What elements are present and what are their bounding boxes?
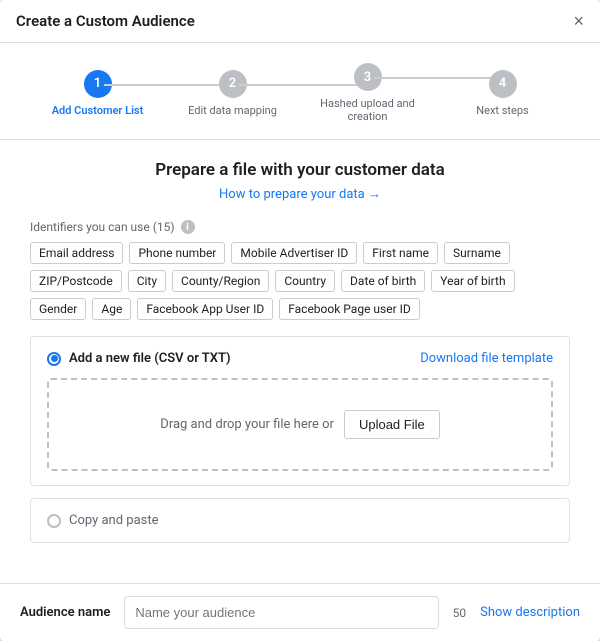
add-file-radio-btn[interactable] bbox=[47, 352, 61, 366]
identifier-tag[interactable]: Gender bbox=[30, 298, 86, 320]
step-1: 1 Add Customer List bbox=[30, 70, 165, 117]
modal-title: Create a Custom Audience bbox=[16, 12, 195, 30]
copy-paste-radio-label[interactable]: Copy and paste bbox=[47, 513, 553, 528]
step-1-circle: 1 bbox=[84, 70, 112, 98]
modal-header: Create a Custom Audience × bbox=[0, 0, 600, 43]
stepper: 1 Add Customer List 2 Edit data mapping … bbox=[0, 43, 600, 140]
identifier-tag[interactable]: Year of birth bbox=[431, 270, 514, 292]
close-button[interactable]: × bbox=[573, 12, 584, 30]
add-file-label: Add a new file (CSV or TXT) bbox=[69, 351, 231, 366]
step-4-circle: 4 bbox=[489, 70, 517, 98]
identifier-tag[interactable]: Date of birth bbox=[341, 270, 425, 292]
how-to-link-container: How to prepare your data → bbox=[30, 186, 570, 202]
upload-file-button[interactable]: Upload File bbox=[344, 410, 440, 439]
copy-paste-section: Copy and paste bbox=[30, 498, 570, 543]
identifier-tag[interactable]: City bbox=[128, 270, 166, 292]
drop-text: Drag and drop your file here or bbox=[160, 417, 334, 432]
info-icon[interactable]: i bbox=[181, 220, 195, 234]
identifier-tag[interactable]: Facebook App User ID bbox=[137, 298, 273, 320]
step-1-label: Add Customer List bbox=[52, 104, 144, 117]
step-4-label: Next steps bbox=[476, 104, 528, 117]
char-count: 50 bbox=[453, 606, 467, 620]
upload-section: Add a new file (CSV or TXT) Download fil… bbox=[30, 336, 570, 486]
download-template-link[interactable]: Download file template bbox=[420, 351, 553, 366]
step-2: 2 Edit data mapping bbox=[165, 70, 300, 117]
step-3-label: Hashed upload and creation bbox=[300, 97, 435, 123]
identifier-tag[interactable]: First name bbox=[363, 242, 438, 264]
audience-name-input[interactable] bbox=[124, 596, 438, 629]
identifiers-row: Identifiers you can use (15) i bbox=[30, 220, 570, 234]
how-to-link[interactable]: How to prepare your data → bbox=[219, 187, 381, 202]
step-4: 4 Next steps bbox=[435, 70, 570, 117]
create-custom-audience-modal: Create a Custom Audience × 1 Add Custome… bbox=[0, 0, 600, 641]
identifier-tag[interactable]: Mobile Advertiser ID bbox=[231, 242, 357, 264]
tags-container: Email address Phone number Mobile Advertis… bbox=[30, 242, 570, 320]
identifier-tag[interactable]: County/Region bbox=[172, 270, 269, 292]
step-3: 3 Hashed upload and creation bbox=[300, 63, 435, 123]
step-2-label: Edit data mapping bbox=[188, 104, 277, 117]
modal-body: Prepare a file with your customer data H… bbox=[0, 140, 600, 583]
step-2-circle: 2 bbox=[219, 70, 247, 98]
identifier-tag[interactable]: Email address bbox=[30, 242, 123, 264]
drop-zone[interactable]: Drag and drop your file here or Upload F… bbox=[47, 378, 553, 471]
section-title: Prepare a file with your customer data bbox=[30, 160, 570, 180]
step-3-circle: 3 bbox=[354, 63, 382, 91]
audience-name-label: Audience name bbox=[20, 605, 110, 620]
copy-paste-label: Copy and paste bbox=[69, 513, 159, 528]
identifier-tag[interactable]: Phone number bbox=[129, 242, 225, 264]
identifier-tag[interactable]: Facebook Page user ID bbox=[279, 298, 420, 320]
identifier-tag[interactable]: Age bbox=[92, 298, 131, 320]
upload-header: Add a new file (CSV or TXT) Download fil… bbox=[47, 351, 553, 366]
copy-paste-radio-btn[interactable] bbox=[47, 514, 61, 528]
modal-footer: Audience name 50 Show description bbox=[0, 583, 600, 641]
identifiers-label: Identifiers you can use (15) bbox=[30, 220, 175, 234]
add-file-radio-label[interactable]: Add a new file (CSV or TXT) bbox=[47, 351, 231, 366]
show-description-link[interactable]: Show description bbox=[480, 605, 580, 620]
identifier-tag[interactable]: Surname bbox=[444, 242, 510, 264]
identifier-tag[interactable]: Country bbox=[275, 270, 335, 292]
identifier-tag[interactable]: ZIP/Postcode bbox=[30, 270, 122, 292]
